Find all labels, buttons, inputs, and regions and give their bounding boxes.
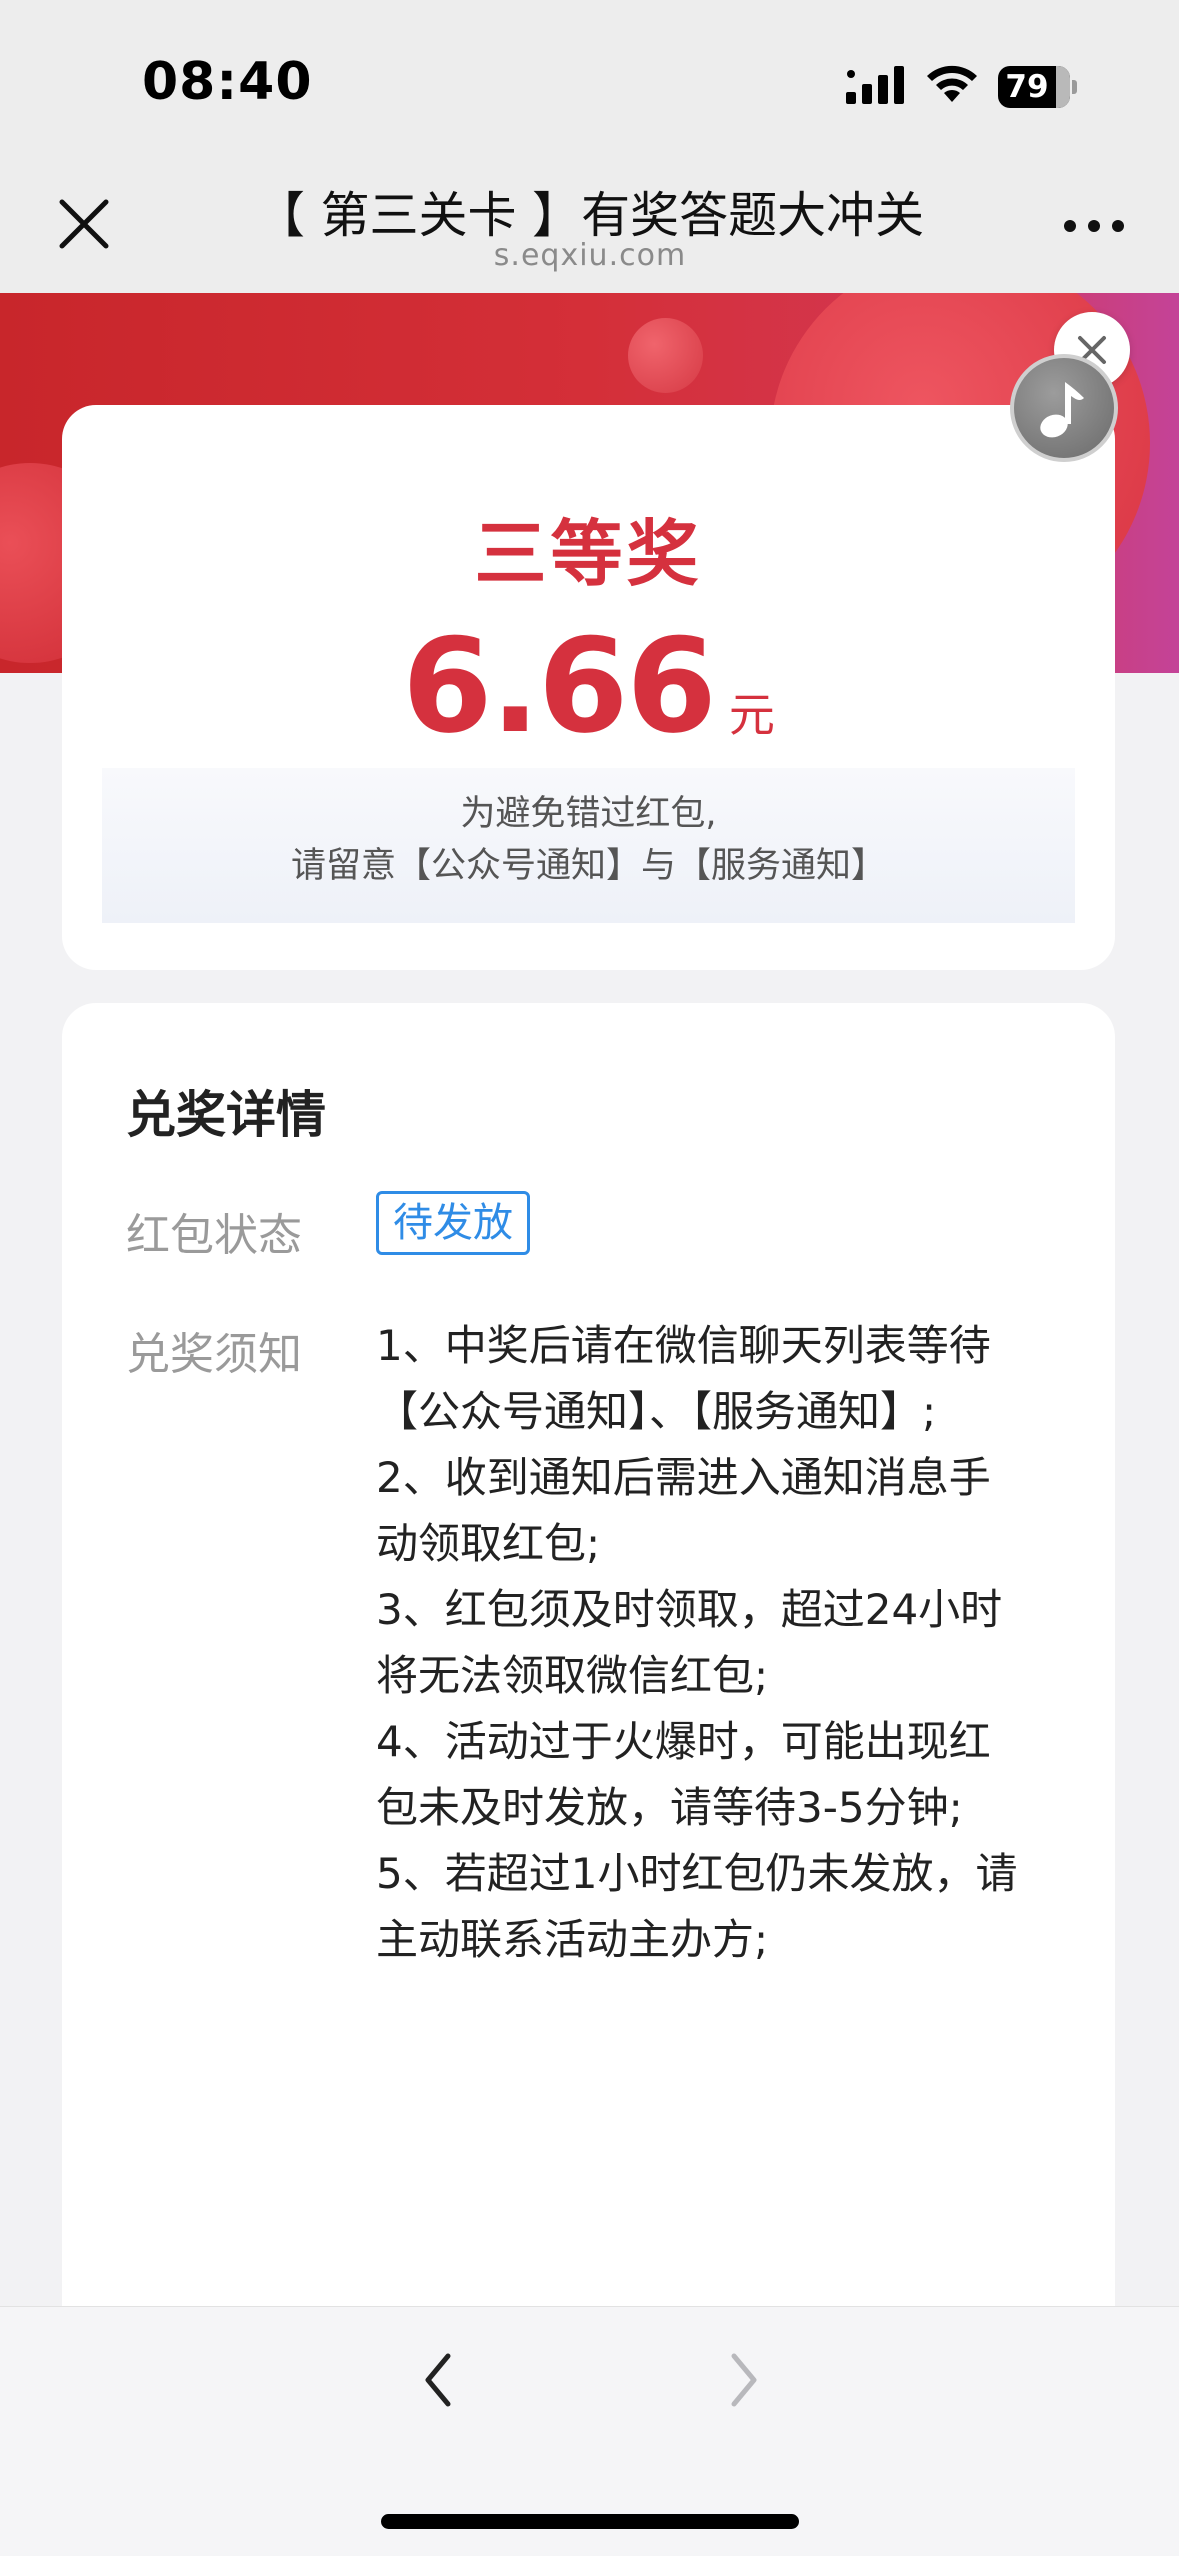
rules-line: 主动联系活动主办方;	[376, 1915, 769, 1964]
music-toggle-button[interactable]	[1010, 354, 1118, 462]
status-badge: 待发放	[376, 1191, 530, 1255]
close-icon[interactable]	[56, 196, 112, 252]
battery-level: 79	[1005, 69, 1049, 105]
rules-line: 1、中奖后请在微信聊天列表等待	[376, 1321, 991, 1370]
rules-label: 兑奖须知	[126, 1329, 302, 1380]
prize-card: 三等奖 6.66 元 为避免错过红包, 请留意【公众号通知】与【服务通知】	[62, 405, 1115, 970]
more-icon[interactable]	[1064, 216, 1124, 236]
chevron-left-icon[interactable]	[418, 2350, 458, 2410]
prize-notice-line: 请留意【公众号通知】与【服务通知】	[290, 846, 886, 886]
rules-line: 5、若超过1小时红包仍未发放，请	[376, 1849, 1018, 1898]
details-title: 兑奖详情	[126, 1086, 326, 1144]
prize-unit: 元	[728, 688, 775, 742]
status-bar: 08:40 79	[0, 0, 1179, 165]
rules-line: 【公众号通知】、【服务通知】;	[376, 1387, 937, 1436]
prize-amount-row: 6.66 元	[62, 610, 1115, 762]
status-label: 红包状态	[126, 1210, 302, 1261]
music-note-icon	[1040, 382, 1084, 438]
page-title: 【 第三关卡 】有奖答题大冲关	[255, 187, 925, 244]
rules-line: 3、红包须及时领取，超过24小时	[376, 1585, 1003, 1634]
rules-line: 包未及时发放，请等待3-5分钟;	[376, 1783, 963, 1832]
page: 08:40 79 【 第三关卡 】有奖答题大冲关 s.eqxiu.com 三等奖…	[0, 0, 1179, 2556]
battery-icon: 79	[998, 66, 1077, 108]
prize-notice: 为避免错过红包, 请留意【公众号通知】与【服务通知】	[102, 768, 1075, 923]
rules-line: 4、活动过于火爆时，可能出现红	[376, 1717, 991, 1766]
redeem-details-card: 兑奖详情 红包状态 待发放 兑奖须知 1、中奖后请在微信聊天列表等待 【公众号通…	[62, 1003, 1115, 2403]
rules-line: 将无法领取微信红包;	[376, 1651, 769, 1700]
cellular-signal-icon	[846, 66, 904, 104]
rules-line: 2、收到通知后需进入通知消息手	[376, 1453, 991, 1502]
status-time: 08:40	[142, 52, 313, 112]
rules-line: 动领取红包;	[376, 1519, 601, 1568]
prize-amount: 6.66	[402, 610, 717, 762]
chevron-right-icon	[731, 2353, 757, 2407]
prize-notice-line: 为避免错过红包,	[460, 794, 717, 834]
wifi-icon	[927, 65, 977, 102]
home-indicator[interactable]	[381, 2514, 799, 2529]
prize-level: 三等奖	[474, 512, 703, 596]
page-url: s.eqxiu.com	[493, 238, 687, 273]
rules-list: 1、中奖后请在微信聊天列表等待 【公众号通知】、【服务通知】; 2、收到通知后需…	[376, 1313, 1076, 1973]
